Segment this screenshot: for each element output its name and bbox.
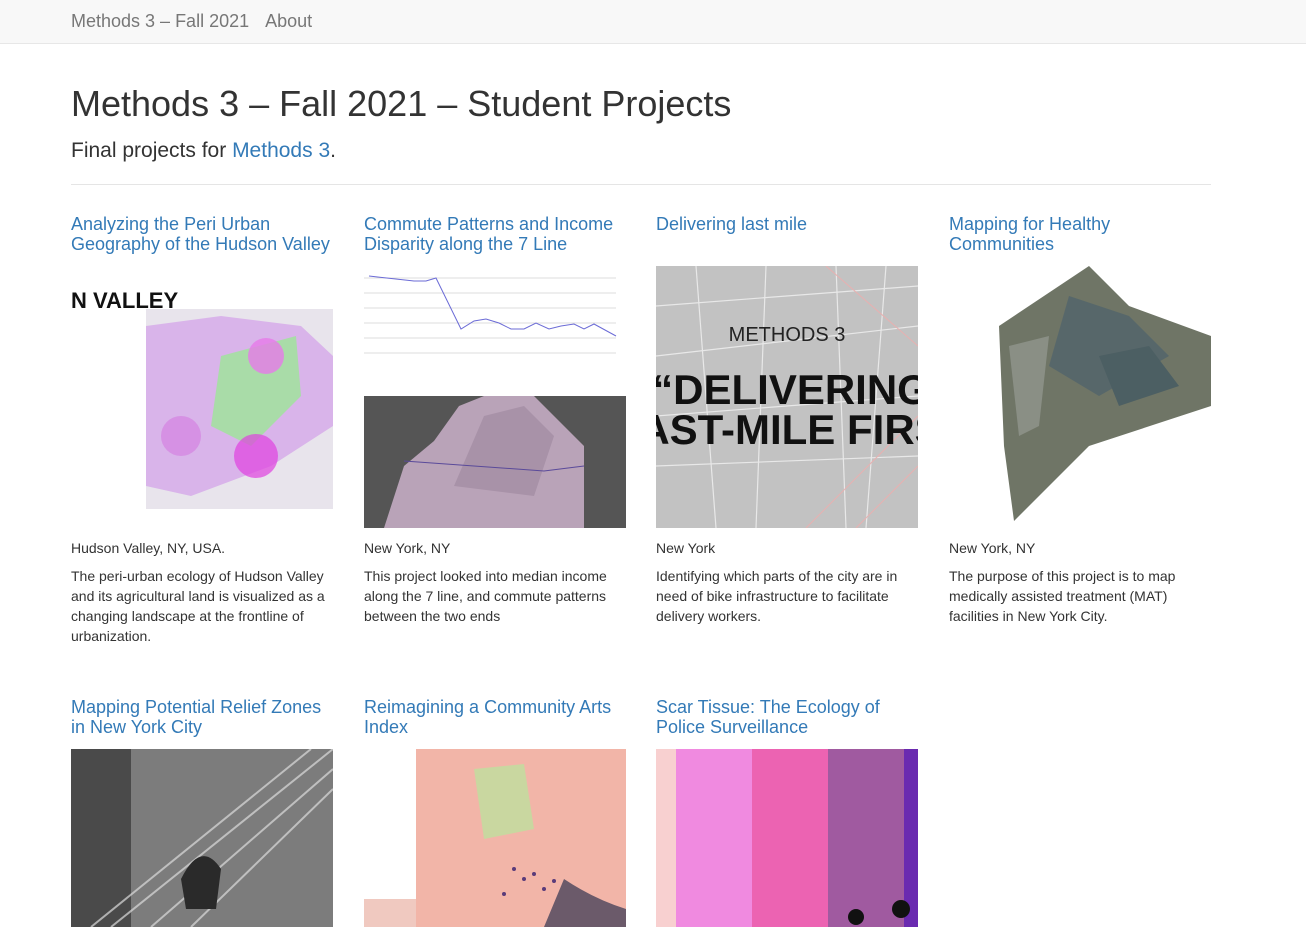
project-card: Mapping Potential Relief Zones in New Yo… <box>71 697 333 927</box>
navbar: Methods 3 – Fall 2021 About <box>0 0 1306 44</box>
project-card: Reimagining a Community Arts Index <box>364 697 626 927</box>
project-title-link[interactable]: Mapping Potential Relief Zones in New Yo… <box>71 697 333 749</box>
page-title: Methods 3 – Fall 2021 – Student Projects <box>71 83 732 124</box>
page-lead: Final projects for Methods 3. <box>71 139 336 162</box>
project-card: Commute Patterns and Income Disparity al… <box>364 214 626 626</box>
poster-text-1: METHODS 3 <box>729 324 846 346</box>
hudson-map-image: N VALLEY <box>71 288 333 509</box>
project-card: Scar Tissue: The Ecology of Police Surve… <box>656 697 918 927</box>
methods3-link[interactable]: Methods 3 <box>232 139 330 162</box>
project-thumbnail[interactable] <box>364 266 626 528</box>
project-location: New York, NY <box>949 540 1036 556</box>
commute-chart-image <box>364 275 626 528</box>
project-thumbnail[interactable]: N VALLEY <box>71 266 333 528</box>
relief-zones-photo <box>71 749 333 927</box>
thumb-caption: N VALLEY <box>71 288 178 313</box>
nav-about[interactable]: About <box>265 11 312 32</box>
project-title-link[interactable]: Delivering last mile <box>656 214 918 266</box>
project-thumbnail[interactable]: METHODS 3 “DELIVERING AST-MILE FIRS <box>656 266 918 528</box>
nav-brand[interactable]: Methods 3 – Fall 2021 <box>71 11 249 32</box>
project-title-link[interactable]: Scar Tissue: The Ecology of Police Surve… <box>656 697 918 749</box>
project-location: Hudson Valley, NY, USA. <box>71 540 226 556</box>
project-description: This project looked into median income a… <box>364 568 607 624</box>
project-title-link[interactable]: Reimagining a Community Arts Index <box>364 697 626 749</box>
project-card: Delivering last mile METHODS 3 “DELIVERI… <box>656 214 918 626</box>
project-location: New York, NY <box>364 540 451 556</box>
project-location: New York <box>656 540 716 556</box>
delivering-poster-image: METHODS 3 “DELIVERING AST-MILE FIRS <box>656 266 918 528</box>
project-title-link[interactable]: Mapping for Healthy Communities <box>949 214 1211 266</box>
project-thumbnail[interactable] <box>71 749 333 927</box>
main-container: Methods 3 – Fall 2021 – Student Projects… <box>71 44 1211 185</box>
project-card: Mapping for Healthy Communities New York… <box>949 214 1211 626</box>
project-title-link[interactable]: Analyzing the Peri Urban Geography of th… <box>71 214 333 266</box>
project-description: The peri-urban ecology of Hudson Valley … <box>71 568 325 644</box>
satellite-map-image <box>999 266 1211 521</box>
project-description: Identifying which parts of the city are … <box>656 568 898 624</box>
project-title-link[interactable]: Commute Patterns and Income Disparity al… <box>364 214 626 266</box>
project-description: The purpose of this project is to map me… <box>949 568 1176 624</box>
project-thumbnail[interactable] <box>949 266 1211 528</box>
project-thumbnail[interactable] <box>656 749 918 927</box>
project-thumbnail[interactable] <box>364 749 626 927</box>
poster-text-3: AST-MILE FIRS <box>656 406 918 453</box>
project-card: Analyzing the Peri Urban Geography of th… <box>71 214 333 646</box>
scar-tissue-poster <box>656 749 918 927</box>
divider <box>71 184 1211 185</box>
community-arts-map <box>364 749 626 927</box>
